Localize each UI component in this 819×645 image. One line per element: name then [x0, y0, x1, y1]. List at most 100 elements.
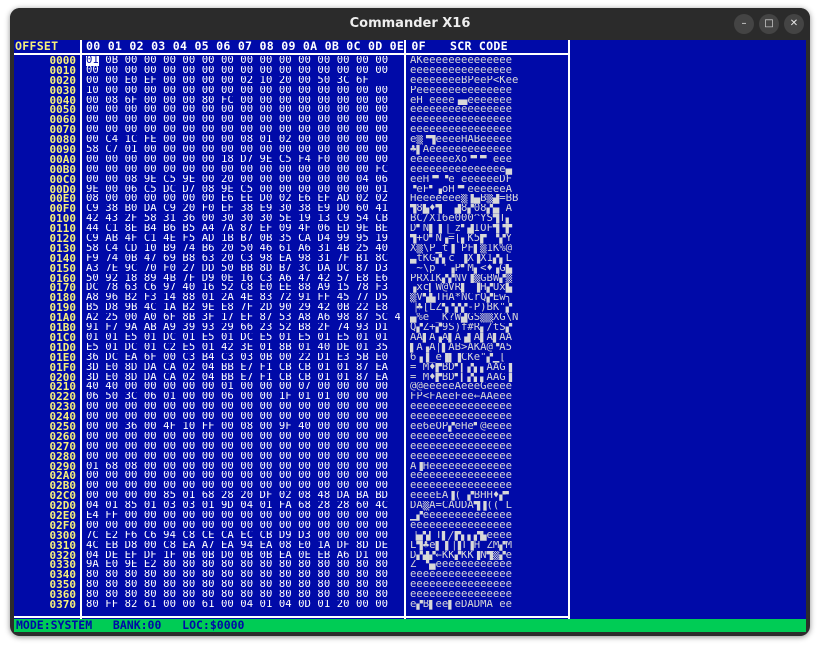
scr-code-row: eeeeeeeeeeeeeeee [410, 481, 513, 492]
offset-cell: 0210 [49, 382, 77, 393]
hex-row[interactable]: 08 00 00 00 00 00 00 E6 EE D0 02 E6 EF A… [86, 194, 400, 204]
offset-cell: 01B0 [49, 323, 77, 333]
hex-row[interactable]: 40 40 00 00 00 00 00 01 00 00 00 07 00 0… [86, 382, 400, 392]
hex-row[interactable]: 80 80 80 80 80 80 80 80 80 80 80 80 80 8… [86, 580, 400, 590]
hex-row[interactable]: A2 25 00 A0 6F 8B 3F 17 EF 87 53 A8 A6 9… [86, 313, 400, 323]
offset-cell: 0110 [49, 224, 77, 235]
column-divider-offset [80, 40, 82, 619]
scr-code-row: = M♦▛BD▘▎▞▖▖AAG▐ [410, 372, 513, 383]
hex-row[interactable]: 80 80 80 80 80 80 80 80 80 80 80 80 80 8… [86, 570, 400, 580]
scr-code-row: L▜♣e▌▐▕▐T▐H ZM▞M [410, 540, 513, 551]
scr-code-header: SCR CODE [450, 40, 508, 53]
hex-row[interactable]: 58 C4 CD 10 B9 74 B6 20 50 46 61 A6 31 4… [86, 244, 400, 254]
hex-row[interactable]: 00 00 00 00 00 00 00 00 00 00 00 00 00 0… [86, 452, 400, 462]
hex-row[interactable]: C9 38 B0 DA C9 20 F0 EF 38 E9 30 38 E9 D… [86, 204, 400, 214]
hex-row[interactable]: E5 01 DC 01 C2 E5 01 42 3E 01 8B 01 40 D… [86, 343, 400, 353]
scr-code-row: A▐Heeeeeeeeeeeee [410, 461, 513, 472]
offset-cell: 0160 [49, 273, 77, 284]
title-bar[interactable]: Commander X16 – □ ✕ [10, 8, 810, 40]
hex-row[interactable]: 00 00 00 00 00 00 00 00 00 00 00 00 00 0… [86, 115, 400, 125]
offset-cell: 01D0 [49, 342, 77, 353]
hex-row[interactable]: 91 F7 9A AB A9 39 93 29 66 23 52 B8 2F 7… [86, 323, 400, 333]
hex-row[interactable]: 00 00 00 00 00 00 00 00 00 00 00 00 00 0… [86, 481, 400, 491]
hex-row[interactable]: 00 00 00 00 00 00 00 00 00 00 00 00 00 0… [86, 412, 400, 422]
hex-row[interactable]: 00 C4 1C FE 00 00 00 00 08 01 02 00 00 0… [86, 135, 400, 145]
edit-cursor[interactable]: 01 [86, 56, 99, 66]
scr-code-row: Peeeeeeeeeeeeeee [410, 85, 513, 96]
hex-row[interactable]: 36 DC EA 6F 00 C3 B4 C3 03 0B 00 22 D1 E… [86, 353, 400, 363]
offset-cell: 0340 [49, 570, 77, 581]
scr-code-row: eeeeeeeeBPeeP<Kee [410, 75, 519, 86]
scr-code-row: AA▌A▗A▌A▗▌A▌A▌AA [410, 332, 513, 343]
scr-code-row: ♣▌Aeeeeeeeeeeeee [410, 145, 513, 155]
hex-row[interactable]: F9 74 0B 47 69 B8 63 20 C3 98 EA 98 31 7… [86, 254, 400, 264]
hex-row[interactable]: 00 00 00 00 00 00 00 00 00 00 00 00 00 0… [86, 165, 400, 175]
hex-row[interactable]: 50 92 18 89 4B 7F D9 0E 16 C3 A6 47 42 5… [86, 274, 400, 284]
scr-code-row: ▜8▙♦▜ ▔▟8▞08▞▄ A [410, 204, 513, 215]
hex-row[interactable]: 00 00 36 00 4F 10 FF 00 08 00 9F 40 00 0… [86, 422, 400, 432]
hex-row[interactable]: 00 00 E0 EF 00 00 00 00 02 10 20 00 50 3… [86, 76, 400, 86]
offset-cell: 0070 [49, 125, 77, 136]
hex-row[interactable]: 7C E2 F6 C6 94 C8 CE CA EC CB D9 D3 00 0… [86, 531, 400, 541]
hex-row[interactable]: 00 00 00 00 00 00 00 00 00 00 00 00 00 0… [86, 105, 400, 115]
hex-row[interactable]: 00 00 00 00 00 00 00 00 00 00 00 00 00 0… [86, 442, 400, 452]
hex-row[interactable]: 3D E0 8D DA CA 02 04 BB E7 F1 CB CB 01 0… [86, 373, 400, 383]
offset-cell: 0180 [49, 293, 77, 304]
hex-row[interactable]: 00 00 00 00 00 00 00 00 00 00 00 00 00 0… [86, 66, 400, 76]
offset-cell: 0350 [49, 580, 77, 591]
hex-row[interactable]: 80 FF 82 61 00 00 61 00 04 01 04 0D 01 2… [86, 600, 400, 610]
emulator-window: Commander X16 – □ ✕ OFFSET 00 01 02 03 0… [10, 8, 810, 636]
hex-row[interactable]: E4 FF 00 00 00 00 00 00 00 00 00 00 00 0… [86, 511, 400, 521]
hex-row[interactable]: 00 00 00 00 00 00 00 00 00 00 00 00 00 0… [86, 125, 400, 135]
scr-code-row: BC/X16e000^YS▜T▖ [410, 214, 513, 225]
hex-row[interactable]: 42 43 2F 58 31 36 00 30 30 30 5E 19 13 C… [86, 214, 400, 224]
scr-code-row: = M♦▛BD▘▎▞▖▖AAG▐ [410, 362, 513, 373]
close-button[interactable]: ✕ [784, 14, 804, 34]
hex-row[interactable]: 01 01 E5 01 DC 01 E5 01 DC E5 01 E5 01 E… [86, 333, 400, 343]
hex-row[interactable]: DC 78 63 C6 97 40 16 52 C8 E0 EE 88 A9 1… [86, 283, 400, 293]
hex-row[interactable]: 00 00 00 00 00 00 00 00 00 00 00 00 00 0… [86, 432, 400, 442]
hex-row[interactable]: 00 00 08 9E C5 9E 00 20 00 00 00 00 00 0… [86, 175, 400, 185]
hex-row[interactable]: 44 C1 8E B4 B6 B5 A4 7A 87 EF 09 4F 06 E… [86, 224, 400, 234]
hex-row[interactable]: 3D E0 8D DA CA 02 04 BB E7 F1 CB CB 01 0… [86, 363, 400, 373]
hex-row[interactable]: 00 00 00 00 85 01 68 28 20 DF 02 08 48 D… [86, 491, 400, 501]
hex-row[interactable]: 9A E0 9E E2 80 80 80 80 80 80 80 80 80 8… [86, 560, 400, 570]
scr-code-row: ▕♣[LZ▚▝▞▞-P)BK"▞ [410, 303, 513, 314]
emulator-screen[interactable]: OFFSET 00 01 02 03 04 05 06 07 08 09 0A … [14, 40, 806, 632]
offset-cell: 02A0 [49, 471, 77, 482]
minimize-button[interactable]: – [734, 14, 754, 34]
hex-header: 00 01 02 03 04 05 06 07 08 09 0A 0B 0C 0… [86, 40, 426, 53]
hex-row[interactable]: 01 68 08 00 00 00 00 00 00 00 00 00 00 0… [86, 462, 400, 472]
hex-row[interactable]: 58 C7 01 00 00 00 00 00 00 00 00 00 00 0… [86, 145, 400, 155]
hex-row[interactable]: 00 00 00 00 00 00 00 00 00 00 00 00 00 0… [86, 521, 400, 531]
scr-code-row: D▘N▌▐▕_z▘▟IOF▜▝▛ [410, 224, 513, 235]
hex-row[interactable]: 00 00 00 00 00 00 00 00 00 00 00 00 00 0… [86, 471, 400, 481]
header-divider [14, 53, 570, 55]
hex-row[interactable]: 10 00 00 00 00 00 00 00 00 00 00 00 00 0… [86, 86, 400, 96]
hex-row[interactable]: A3 7E 9C 70 F0 27 DD 50 BB 8D B7 3C DA D… [86, 264, 400, 274]
hex-row[interactable]: 4C EB D8 00 C8 EA A7 EA 94 EA 08 E0 1A D… [86, 541, 400, 551]
hex-row[interactable]: B5 D8 9B 4C 1A B2 9E E8 7F 2D 90 29 42 0… [86, 303, 400, 313]
hex-row[interactable]: 06 50 3C 06 01 00 00 06 00 00 1F 01 01 0… [86, 392, 400, 402]
column-divider-hex [404, 40, 406, 619]
hex-row[interactable]: 00 00 00 00 00 00 00 18 D7 9E C5 F4 F0 0… [86, 155, 400, 165]
offset-cell: 0030 [49, 85, 77, 96]
screen-code-column: AKeeeeeeeeeeeeee eeeeeeeeeeeeeeee eeeeeeee… [410, 56, 568, 616]
offset-cell: 00B0 [49, 164, 77, 175]
hex-row[interactable]: 9E 00 06 C5 DC D7 08 9E C5 00 00 00 00 0… [86, 185, 400, 195]
hex-row[interactable]: 04 01 85 01 03 03 01 9D 04 01 FA 68 28 2… [86, 501, 400, 511]
hex-row[interactable]: 04 DE EF DF 1F 0B 0B D0 0B 0B EA 0E EB A… [86, 551, 400, 561]
hex-row[interactable]: 01 0B 00 00 00 00 00 00 00 00 00 00 00 0… [86, 56, 400, 66]
hex-row[interactable]: 00 08 6F 00 00 00 80 FC 00 00 00 00 00 0… [86, 96, 400, 106]
scr-code-row: Z ▝▄eeeeeeeeeeee [410, 560, 513, 571]
hex-row[interactable]: C9 AB 4F C1 4E F5 AD 1B B7 0B 35 CA D4 9… [86, 234, 400, 244]
scr-code-row: Q▞Z+▞9S)f#R▖/tS▞ [410, 323, 513, 333]
offset-cell: 0190 [49, 303, 77, 314]
hex-byte-grid[interactable]: 01 0B 00 00 00 00 00 00 00 00 00 00 00 0… [86, 56, 400, 610]
hex-row[interactable]: A8 96 B2 F3 14 88 01 2A 4E 83 72 91 FF 4… [86, 293, 400, 303]
hex-row[interactable]: 00 00 00 00 00 00 00 00 00 00 00 00 00 0… [86, 402, 400, 412]
offset-cell: 01E0 [49, 352, 77, 363]
offset-cell: 0050 [49, 105, 77, 116]
maximize-button[interactable]: □ [759, 14, 779, 34]
hex-row[interactable]: 80 80 80 80 80 80 80 80 80 80 80 80 80 8… [86, 590, 400, 600]
